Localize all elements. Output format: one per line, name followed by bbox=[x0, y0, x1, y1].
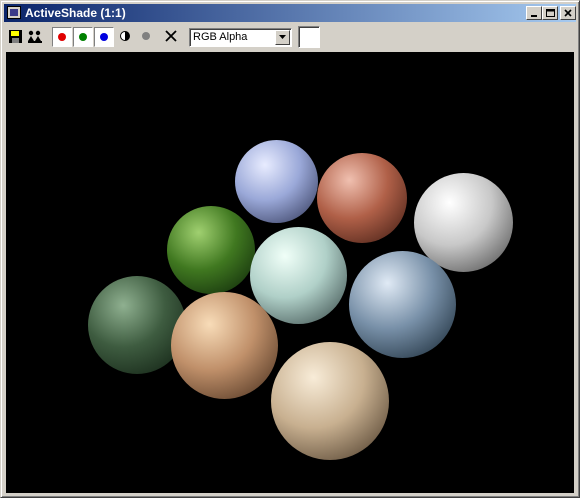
close-icon bbox=[564, 9, 572, 17]
sphere-wood bbox=[171, 292, 278, 399]
toolbar: RGB Alpha bbox=[4, 24, 576, 50]
save-image-button[interactable] bbox=[6, 27, 26, 47]
clone-icon bbox=[28, 30, 42, 43]
red-channel-button[interactable] bbox=[52, 27, 72, 47]
gray-dot-icon bbox=[142, 32, 150, 40]
color-swatch[interactable] bbox=[298, 26, 320, 48]
activeshade-window: ActiveShade (1:1) RGB Alpha bbox=[0, 0, 580, 498]
sphere-grass bbox=[167, 206, 255, 294]
chevron-down-icon bbox=[279, 35, 286, 39]
blue-dot-icon bbox=[100, 33, 108, 41]
app-icon[interactable] bbox=[7, 6, 21, 19]
maximize-button[interactable] bbox=[542, 6, 558, 20]
half-circle-icon bbox=[120, 31, 130, 41]
minimize-button[interactable] bbox=[526, 6, 542, 20]
display-alpha-button[interactable] bbox=[116, 27, 136, 47]
sphere-pale-blue bbox=[235, 140, 318, 223]
clear-button[interactable] bbox=[162, 27, 182, 47]
sphere-stone bbox=[271, 342, 389, 460]
channel-select-value: RGB Alpha bbox=[193, 31, 248, 43]
title-bar[interactable]: ActiveShade (1:1) bbox=[4, 4, 576, 22]
sphere-brick bbox=[317, 153, 407, 243]
render-viewport bbox=[6, 52, 574, 493]
sphere-dark-green bbox=[88, 276, 186, 374]
sphere-sky-reflection bbox=[349, 251, 456, 358]
minimize-icon bbox=[531, 15, 537, 17]
floppy-disk-icon bbox=[9, 30, 22, 43]
channel-select[interactable]: RGB Alpha bbox=[189, 28, 292, 47]
close-button[interactable] bbox=[560, 6, 576, 20]
monochrome-button[interactable] bbox=[137, 27, 157, 47]
green-dot-icon bbox=[79, 33, 87, 41]
green-channel-button[interactable] bbox=[73, 27, 93, 47]
window-title: ActiveShade (1:1) bbox=[25, 6, 126, 20]
red-dot-icon bbox=[58, 33, 66, 41]
blue-channel-button[interactable] bbox=[94, 27, 114, 47]
channel-select-arrow[interactable] bbox=[275, 30, 290, 45]
maximize-icon bbox=[546, 9, 555, 17]
x-icon bbox=[165, 30, 177, 42]
clone-window-button[interactable] bbox=[25, 27, 45, 47]
